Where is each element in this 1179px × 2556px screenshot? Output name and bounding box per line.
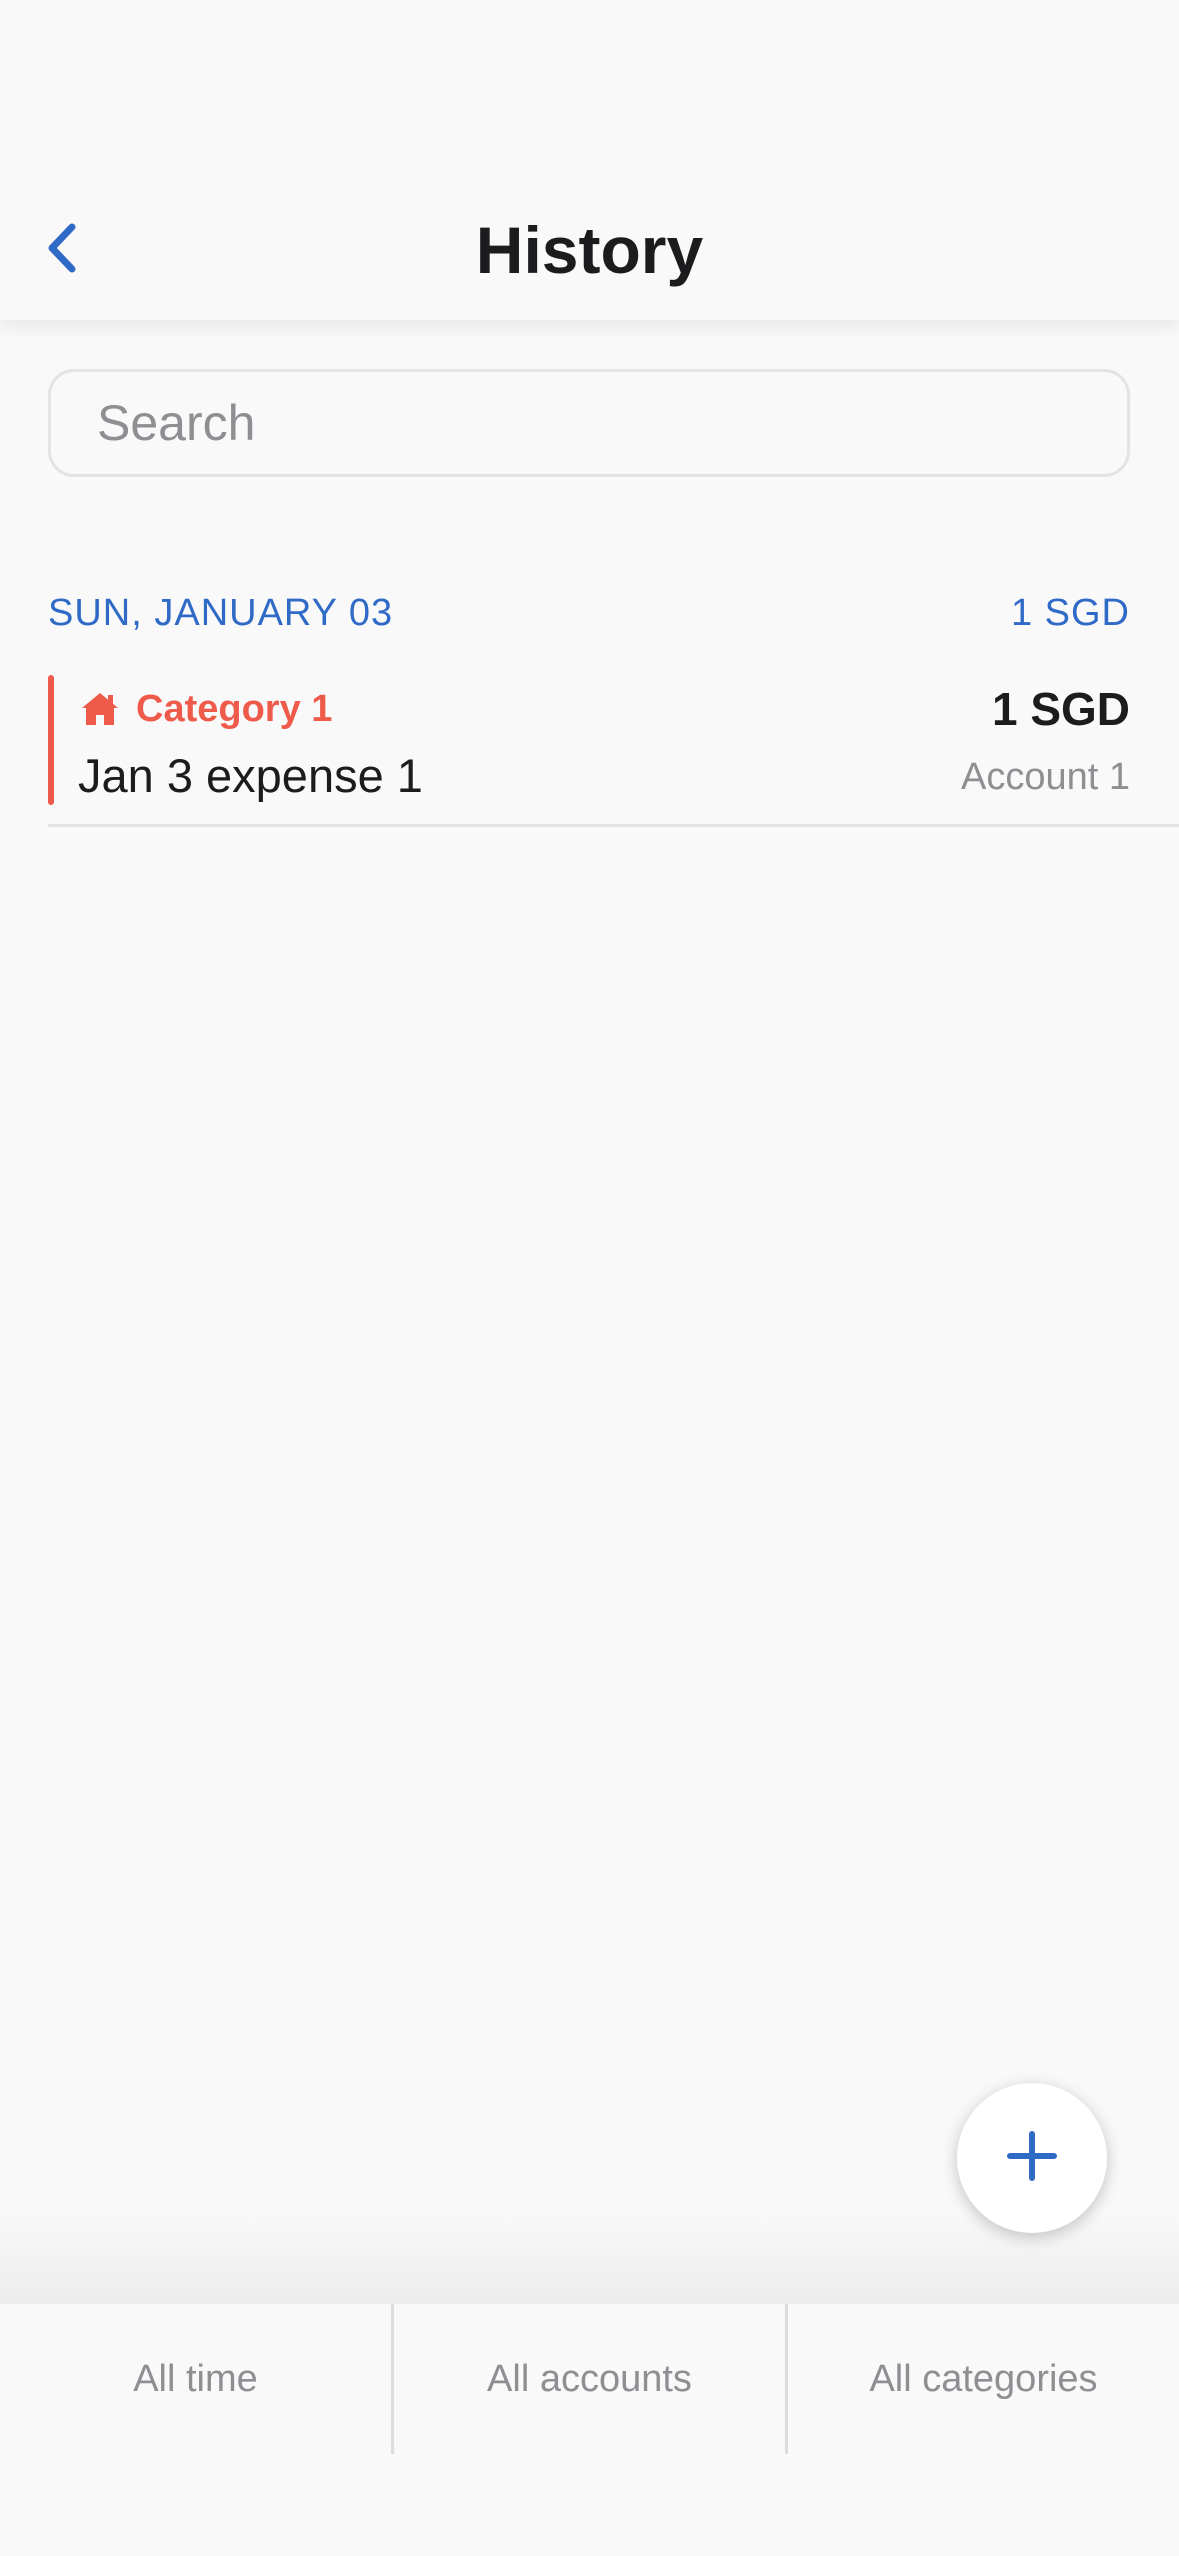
category-tag: Category 1 [80,684,332,734]
search-box[interactable] [48,369,1130,477]
filter-accounts-button[interactable]: All accounts [391,2304,785,2454]
nav-header: History [0,0,1179,320]
house-icon [80,689,120,729]
date-group-header: SUN, JANUARY 03 1 SGD [48,585,1130,641]
filter-time-button[interactable]: All time [0,2304,391,2454]
transaction-amount: 1 SGD [991,683,1130,735]
category-label: Category 1 [136,687,333,730]
date-total: 1 SGD [1010,591,1130,634]
category-color-bar [48,675,54,805]
filter-categories-button[interactable]: All categories [785,2304,1179,2454]
plus-icon [1006,2130,1058,2187]
page-title: History [475,213,704,287]
transaction-row[interactable]: Category 1 Jan 3 expense 1 1 SGD Account… [48,672,1179,827]
transaction-account: Account 1 [961,756,1130,798]
filter-bar: All time All accounts All categories [0,2304,1179,2556]
date-label: SUN, JANUARY 03 [48,591,394,634]
transaction-description: Jan 3 expense 1 [78,749,423,802]
add-transaction-button[interactable] [957,2083,1107,2233]
search-input[interactable] [97,394,1127,452]
